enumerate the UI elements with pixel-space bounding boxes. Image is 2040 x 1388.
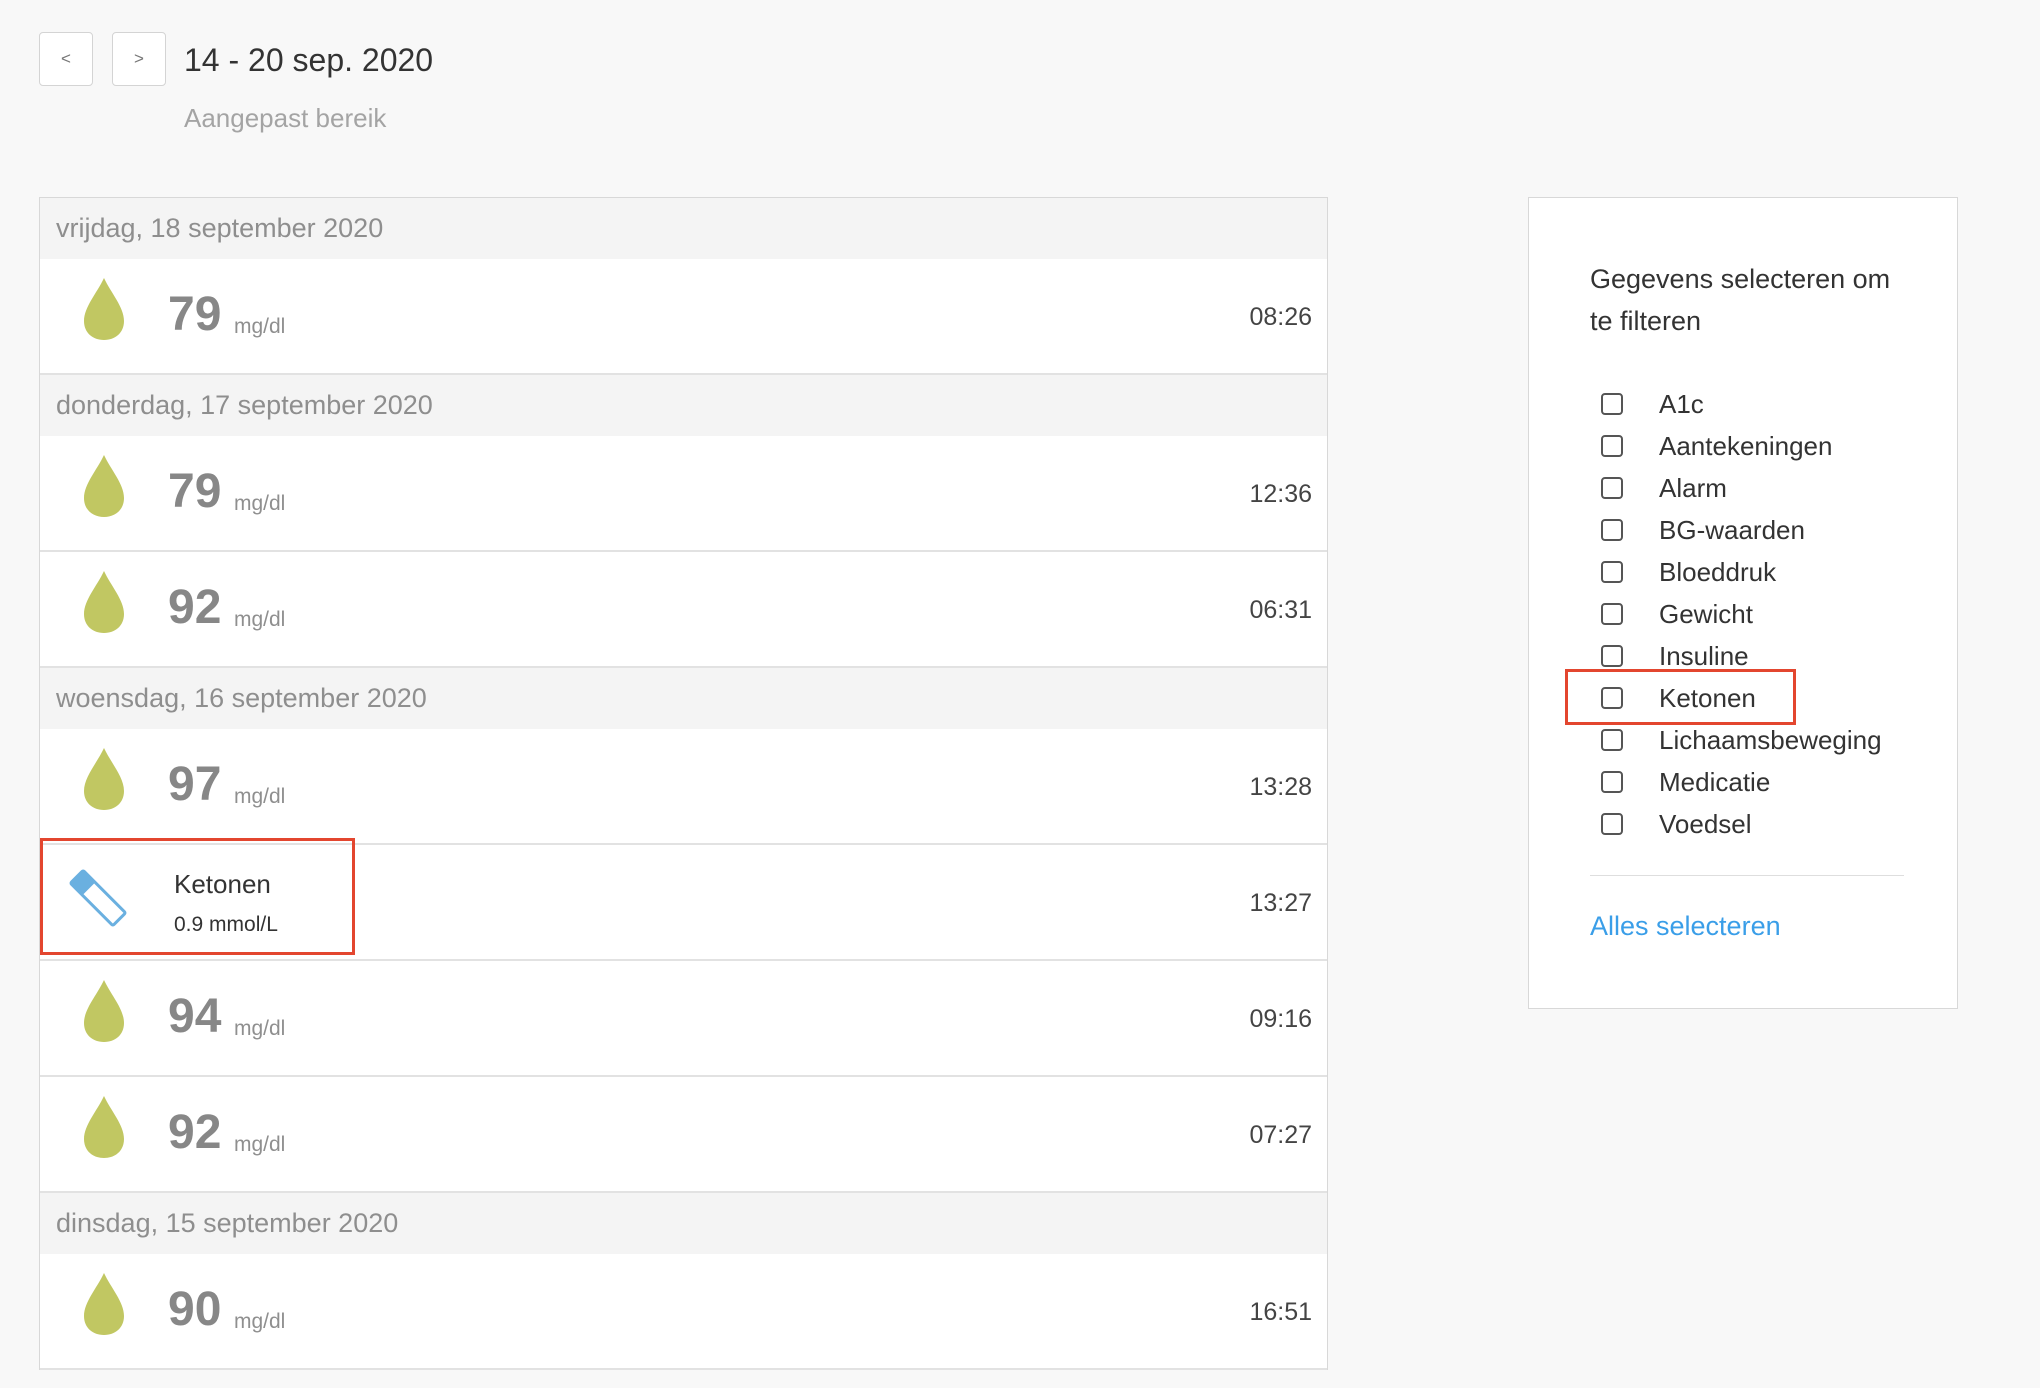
filter-label: A1c xyxy=(1659,388,1704,419)
filter-title: Gegevens selecteren om te filteren xyxy=(1590,264,1891,336)
ketone-value: 0.9 mmol/L xyxy=(174,913,278,936)
glucose-entry-row[interactable]: 92 mg/dl 07:27 xyxy=(40,1077,1327,1193)
filter-checkbox[interactable] xyxy=(1601,519,1623,541)
filter-label: Ketonen xyxy=(1659,682,1756,713)
filter-checkbox[interactable] xyxy=(1601,435,1623,457)
filter-checkbox[interactable] xyxy=(1601,687,1623,709)
filter-label: Gewicht xyxy=(1659,598,1753,629)
glucose-value: 92 xyxy=(168,581,222,634)
filter-item-insuline[interactable]: Insuline xyxy=(1601,635,1882,677)
blood-drop-icon xyxy=(84,278,124,340)
ketone-strip-icon xyxy=(69,869,127,927)
filter-item-bg-waarden[interactable]: BG-waarden xyxy=(1601,509,1882,551)
filter-checkbox[interactable] xyxy=(1601,603,1623,625)
entry-time: 13:28 xyxy=(1249,773,1312,801)
filter-item-aantekeningen[interactable]: Aantekeningen xyxy=(1601,425,1882,467)
filter-item-voedsel[interactable]: Voedsel xyxy=(1601,803,1882,845)
glucose-entry-row[interactable]: 94 mg/dl 09:16 xyxy=(40,961,1327,1077)
filter-checkbox[interactable] xyxy=(1601,561,1623,583)
filter-checkbox[interactable] xyxy=(1601,771,1623,793)
filter-checkbox[interactable] xyxy=(1601,477,1623,499)
filter-label: BG-waarden xyxy=(1659,514,1805,545)
entry-time: 07:27 xyxy=(1249,1121,1312,1149)
blood-drop-icon xyxy=(84,455,124,517)
blood-drop-icon xyxy=(84,1273,124,1335)
filter-checkbox[interactable] xyxy=(1601,645,1623,667)
ketone-entry-row[interactable]: Ketonen 0.9 mmol/L 13:27 xyxy=(40,845,1327,961)
filter-panel: Gegevens selecteren om te filteren A1c Aa… xyxy=(1528,197,1958,1009)
filter-checkbox[interactable] xyxy=(1601,813,1623,835)
glucose-entry-row[interactable]: 92 mg/dl 06:31 xyxy=(40,552,1327,668)
blood-drop-icon xyxy=(84,748,124,810)
glucose-unit: mg/dl xyxy=(234,315,286,338)
glucose-value: 79 xyxy=(168,288,222,341)
blood-drop-icon xyxy=(84,571,124,633)
select-all-link[interactable]: Alles selecteren xyxy=(1590,906,1781,946)
blood-drop-icon xyxy=(84,980,124,1042)
entry-time: 16:51 xyxy=(1249,1298,1312,1326)
glucose-entry-row[interactable]: 90 mg/dl 16:51 xyxy=(40,1254,1327,1370)
filter-item-alarm[interactable]: Alarm xyxy=(1601,467,1882,509)
day-header: dinsdag, 15 september 2020 xyxy=(40,1193,1327,1254)
next-week-button[interactable]: > xyxy=(112,32,166,86)
date-range-type: Aangepast bereik xyxy=(184,103,387,133)
day-header: vrijdag, 18 september 2020 xyxy=(40,198,1327,259)
glucose-unit: mg/dl xyxy=(234,785,286,808)
glucose-unit: mg/dl xyxy=(234,1017,286,1040)
glucose-value: 94 xyxy=(168,990,222,1043)
filter-label: Alarm xyxy=(1659,472,1727,503)
day-header: woensdag, 16 september 2020 xyxy=(40,668,1327,729)
entry-time: 12:36 xyxy=(1249,480,1312,508)
filter-list: A1c Aantekeningen Alarm BG-waarden Bloeddruk… xyxy=(1601,383,1882,845)
glucose-unit: mg/dl xyxy=(234,608,286,631)
glucose-unit: mg/dl xyxy=(234,492,286,515)
filter-item-medicatie[interactable]: Medicatie xyxy=(1601,761,1882,803)
glucose-unit: mg/dl xyxy=(234,1310,286,1333)
entry-time: 13:27 xyxy=(1249,889,1312,917)
filter-checkbox[interactable] xyxy=(1601,393,1623,415)
glucose-unit: mg/dl xyxy=(234,1133,286,1156)
filter-item-a1c[interactable]: A1c xyxy=(1601,383,1882,425)
filter-label: Bloeddruk xyxy=(1659,556,1777,587)
glucose-entry-row[interactable]: 79 mg/dl 08:26 xyxy=(40,259,1327,375)
filter-label: Medicatie xyxy=(1659,766,1771,797)
filter-item-ketonen[interactable]: Ketonen xyxy=(1601,677,1882,719)
filter-label: Voedsel xyxy=(1659,808,1752,839)
glucose-value: 79 xyxy=(168,465,222,518)
previous-week-button[interactable]: < xyxy=(39,32,93,86)
entry-time: 08:26 xyxy=(1249,303,1312,331)
filter-item-gewicht[interactable]: Gewicht xyxy=(1601,593,1882,635)
date-range-title: 14 - 20 sep. 2020 xyxy=(184,42,434,78)
glucose-entry-row[interactable]: 97 mg/dl 13:28 xyxy=(40,729,1327,845)
filter-label: Aantekeningen xyxy=(1659,430,1833,461)
blood-drop-icon xyxy=(84,1096,124,1158)
entry-time: 09:16 xyxy=(1249,1005,1312,1033)
filter-label: Insuline xyxy=(1659,640,1749,671)
filter-checkbox[interactable] xyxy=(1601,729,1623,751)
day-header: donderdag, 17 september 2020 xyxy=(40,375,1327,436)
glucose-value: 92 xyxy=(168,1106,222,1159)
glucose-value: 90 xyxy=(168,1283,222,1336)
filter-item-bloeddruk[interactable]: Bloeddruk xyxy=(1601,551,1882,593)
filter-divider xyxy=(1590,875,1904,876)
logbook-list: vrijdag, 18 september 2020 79 mg/dl 08:26 do… xyxy=(39,197,1328,1370)
ketone-label: Ketonen xyxy=(174,869,271,899)
filter-label: Lichaamsbeweging xyxy=(1659,724,1882,755)
glucose-value: 97 xyxy=(168,758,222,811)
filter-item-lichaamsbeweging[interactable]: Lichaamsbeweging xyxy=(1601,719,1882,761)
glucose-entry-row[interactable]: 79 mg/dl 12:36 xyxy=(40,436,1327,552)
entry-time: 06:31 xyxy=(1249,596,1312,624)
